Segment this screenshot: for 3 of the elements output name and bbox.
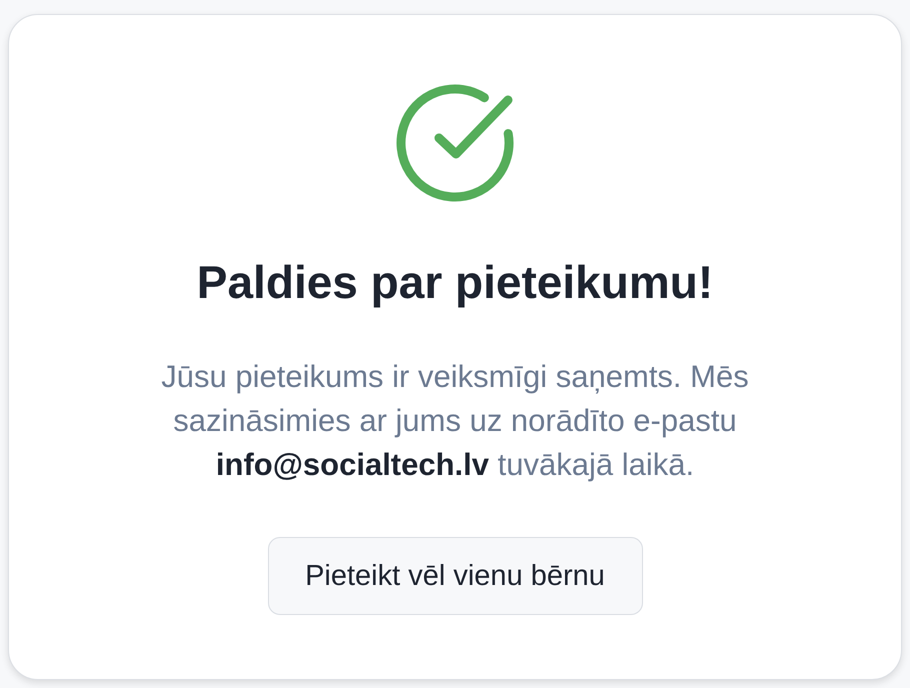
heading: Paldies par pieteikumu!	[196, 255, 714, 309]
confirmation-message: Jūsu pieteikums ir veiksmīgi saņemts. Mēs sazināsimies ar jums uz norādīto e-pastu info@socialtech.lv tuvākajā laikā.	[160, 358, 750, 484]
apply-another-button[interactable]: Pieteikt vēl vienu bērnu	[268, 537, 642, 615]
